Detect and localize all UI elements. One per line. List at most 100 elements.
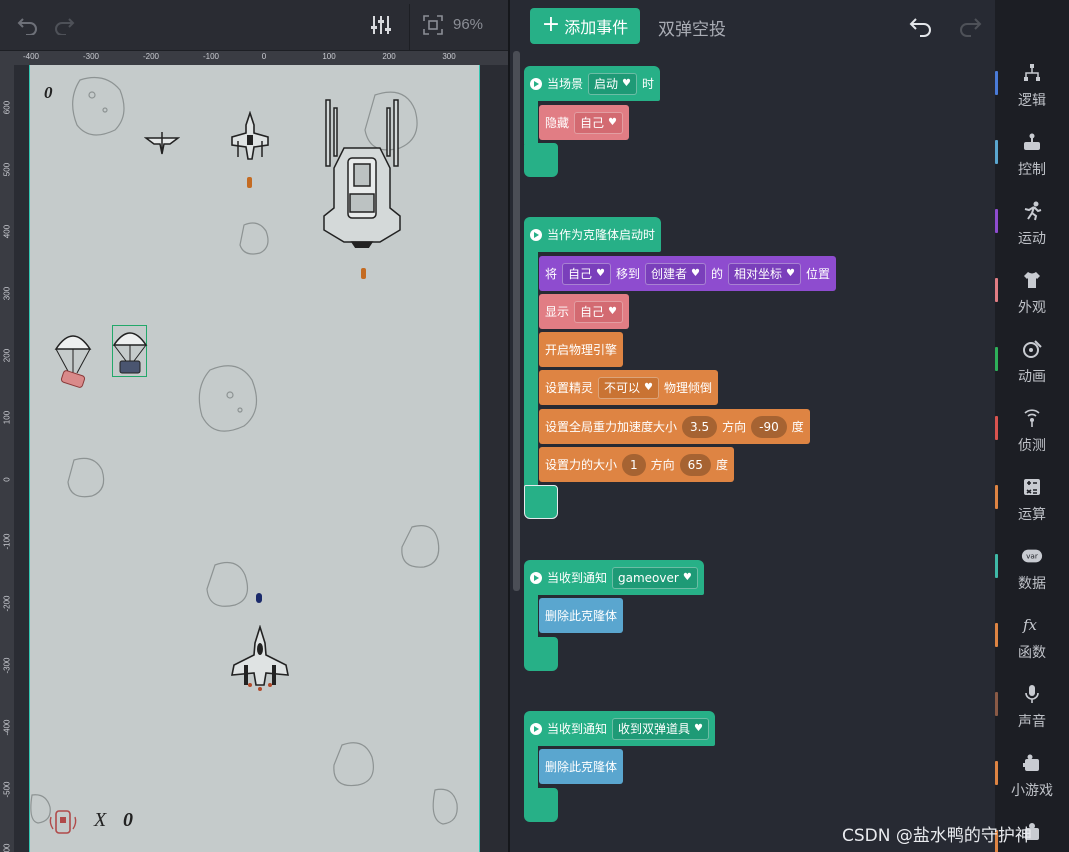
enemy-plane-medium[interactable] (228, 111, 272, 165)
category-animation[interactable]: 动画 (995, 327, 1069, 396)
category-operator[interactable]: 运算 (995, 465, 1069, 534)
event-clone-start-block[interactable]: 当作为克隆体启动时 (524, 217, 662, 252)
ruler-tick-label: -400 (2, 719, 12, 736)
delete-clone-block[interactable]: 删除此克隆体 (539, 749, 624, 784)
category-label: 声音 (1018, 713, 1046, 730)
event-receive-double-bullet-block[interactable]: 当收到通知 收到双弹道具 ♥ (524, 711, 715, 746)
delete-clone-block[interactable]: 删除此克隆体 (539, 598, 624, 633)
category-motion[interactable]: 运动 (995, 189, 1069, 258)
plus-icon: + (541, 12, 561, 37)
block-text: 位置 (806, 267, 831, 281)
block-text: 方向 (722, 420, 747, 434)
fit-screen-icon[interactable] (421, 13, 445, 37)
message-dropdown[interactable]: gameover ♥ (612, 566, 698, 589)
category-label: 函数 (1018, 644, 1046, 661)
gravity-direction-input[interactable]: -90 (751, 415, 787, 438)
caret-down-icon: ♥ (691, 268, 700, 279)
minigame-icon (1021, 752, 1043, 774)
asteroid-background (30, 77, 458, 825)
dropdown-value: 不可以 (604, 381, 641, 395)
zoom-level[interactable]: 96% (453, 16, 483, 33)
block-text: 物理倾倒 (664, 381, 713, 395)
block-text: 开启物理引擎 (545, 343, 618, 357)
block-c-spine (524, 98, 538, 144)
play-icon (530, 228, 542, 241)
coord-dropdown[interactable]: 相对坐标 ♥ (728, 262, 801, 285)
undo-icon[interactable] (16, 13, 40, 37)
dropdown-value: gameover (618, 570, 679, 585)
sprite-tilt-block[interactable]: 设置精灵 不可以 ♥ 物理倾倒 (539, 370, 719, 405)
target-dropdown[interactable]: 自己 ♥ (574, 300, 623, 323)
event-receive-gameover-block[interactable]: 当收到通知 gameover ♥ (524, 560, 704, 595)
ruler-tick-label: -300 (2, 657, 12, 674)
category-logic[interactable]: 逻辑 (995, 51, 1069, 120)
self-dropdown[interactable]: 自己 ♥ (562, 262, 611, 285)
ruler-tick-label: 500 (2, 162, 12, 177)
code-workspace[interactable]: + 添加事件 双弹空投 当场景 启动 ♥ 时 隐藏 自己 ♥ 当作为克隆体启动时… (510, 0, 995, 852)
category-control[interactable]: 控制 (995, 120, 1069, 189)
force-size-input[interactable]: 1 (622, 453, 646, 476)
undo-icon[interactable] (908, 13, 934, 39)
add-event-label: 添加事件 (564, 18, 629, 37)
tilt-dropdown[interactable]: 不可以 ♥ (598, 376, 659, 399)
block-text: 当收到通知 (547, 722, 608, 736)
target-dropdown[interactable]: 自己 ♥ (574, 111, 623, 134)
ruler-vertical: 600 500 400 300 200 100 0 -100 -200 -300 -400 -500 -… (0, 65, 14, 852)
settings-sliders-icon[interactable] (369, 13, 393, 37)
appearance-icon (1021, 269, 1043, 291)
add-event-button[interactable]: + 添加事件 (530, 8, 640, 44)
category-function[interactable]: fx 函数 (995, 603, 1069, 672)
operator-icon (1021, 476, 1043, 498)
block-text: 隐藏 (545, 116, 570, 130)
message-dropdown[interactable]: 收到双弹道具 ♥ (612, 717, 709, 740)
enable-physics-block[interactable]: 开启物理引擎 (539, 332, 624, 367)
watermark: CSDN @盐水鸭的守护神 (842, 826, 1032, 846)
score-display: 0 (44, 83, 53, 102)
boss-ship[interactable] (316, 98, 408, 248)
motion-icon (1021, 200, 1043, 222)
event-scene-start-block[interactable]: 当场景 启动 ♥ 时 (524, 66, 661, 101)
enemy-plane-small[interactable] (144, 130, 180, 156)
gravity-block[interactable]: 设置全局重力加速度大小 3.5 方向 -90 度 (539, 409, 810, 444)
force-direction-input[interactable]: 65 (679, 453, 711, 476)
show-block[interactable]: 显示 自己 ♥ (539, 294, 629, 329)
control-icon (1021, 131, 1043, 153)
category-label: 动画 (1018, 368, 1046, 385)
category-sound[interactable]: 声音 (995, 672, 1069, 741)
ruler-tick-label: 200 (382, 52, 396, 61)
project-title: 双弹空投 (658, 20, 726, 40)
block-text: 当作为克隆体启动时 (547, 228, 656, 242)
block-text: 删除此克隆体 (545, 760, 618, 774)
workspace-scrollbar[interactable] (513, 51, 520, 591)
code-toolbar: + 添加事件 双弹空投 (510, 0, 995, 51)
game-stage[interactable]: 0 X 0 (29, 65, 480, 852)
caret-down-icon: ♥ (608, 117, 617, 128)
category-data[interactable]: var 数据 (995, 534, 1069, 603)
svg-text:var: var (1026, 551, 1039, 560)
move-to-block[interactable]: 将 自己 ♥ 移到 创建者 ♥ 的 相对坐标 ♥ 位置 (539, 256, 837, 291)
ruler-tick-label: 300 (442, 52, 456, 61)
dropdown-value: 自己 (580, 305, 605, 319)
category-minigame[interactable]: 小游戏 (995, 741, 1069, 810)
gravity-size-input[interactable]: 3.5 (682, 415, 718, 438)
redo-icon[interactable] (52, 13, 76, 37)
category-appearance[interactable]: 外观 (995, 258, 1069, 327)
play-icon (530, 722, 542, 735)
block-text: 度 (715, 458, 728, 472)
category-sensing[interactable]: 侦测 (995, 396, 1069, 465)
parachute-supply-blue[interactable] (112, 327, 148, 377)
lives-multiplier: X (94, 809, 107, 831)
creator-dropdown[interactable]: 创建者 ♥ (645, 262, 706, 285)
hide-block[interactable]: 隐藏 自己 ♥ (539, 105, 629, 140)
block-text: 移到 (616, 267, 641, 281)
player-plane[interactable] (230, 625, 290, 695)
scene-event-dropdown[interactable]: 启动 ♥ (588, 72, 637, 95)
force-block[interactable]: 设置力的大小 1 方向 65 度 (539, 447, 734, 482)
category-color-indicator (995, 623, 998, 647)
block-c-spine (524, 744, 538, 790)
redo-icon[interactable] (957, 13, 983, 39)
parachute-supply-red[interactable] (54, 329, 92, 391)
ruler-tick-label: 100 (322, 52, 336, 61)
ruler-tick-label: -200 (142, 52, 160, 61)
lives-icon (49, 810, 77, 834)
